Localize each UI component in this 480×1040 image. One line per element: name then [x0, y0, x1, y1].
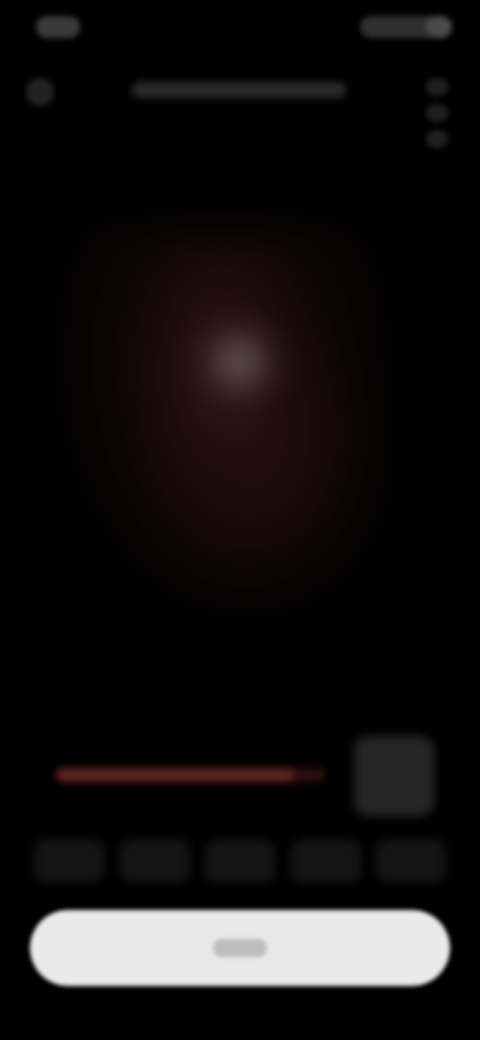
page-title — [132, 82, 346, 98]
status-indicators — [360, 16, 452, 38]
option-tab-4[interactable] — [290, 840, 361, 882]
video-subject — [60, 230, 420, 650]
side-tool-1[interactable] — [426, 78, 448, 96]
option-tabs — [34, 840, 446, 890]
option-tab-5[interactable] — [376, 840, 446, 882]
primary-action-label — [213, 939, 267, 957]
back-button[interactable] — [26, 78, 54, 106]
playback-row — [0, 730, 480, 830]
primary-action-button[interactable] — [30, 910, 450, 986]
option-tab-1[interactable] — [34, 840, 104, 882]
video-preview[interactable] — [0, 150, 480, 710]
playback-progress-fill — [56, 768, 294, 782]
light-reflection — [218, 340, 262, 384]
status-time — [36, 16, 80, 38]
status-bar — [0, 0, 480, 60]
subject-silhouette — [60, 230, 420, 650]
app-screen — [0, 0, 480, 1040]
playback-progress-bar[interactable] — [56, 768, 326, 782]
side-tool-3[interactable] — [426, 130, 448, 148]
option-tab-3[interactable] — [205, 840, 275, 882]
preview-thumbnail-button[interactable] — [354, 736, 434, 816]
top-bar — [0, 60, 480, 130]
option-tab-2[interactable] — [119, 840, 190, 882]
side-tool-2[interactable] — [426, 104, 448, 122]
side-toolbar — [422, 70, 452, 160]
